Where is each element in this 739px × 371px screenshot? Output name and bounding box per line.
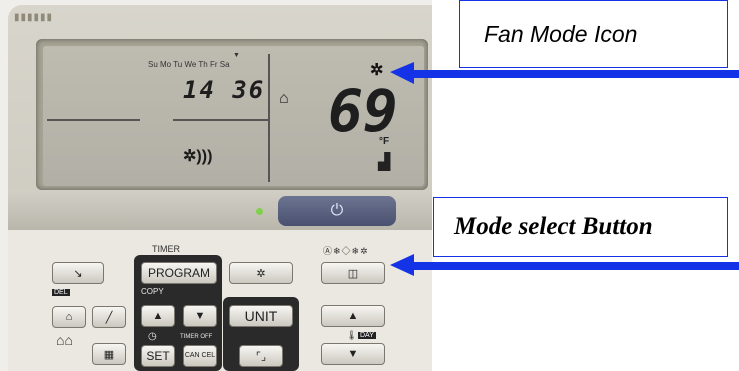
program-button[interactable]: PROGRAM — [141, 262, 217, 284]
mode-icon: ◫ — [347, 267, 359, 280]
timer-off-label: TIMER OFF — [180, 334, 213, 340]
lcd-divider-left — [47, 119, 140, 121]
service-button[interactable]: ╱ — [92, 306, 126, 328]
lcd-divider-mid — [173, 119, 268, 121]
select-button[interactable]: ⌜⌟ — [239, 345, 283, 367]
clock-icon: ◷ — [148, 331, 157, 342]
vent-dots: ▮▮▮▮▮▮ — [14, 12, 54, 23]
wrench-icon: ╱ — [105, 311, 113, 324]
day-label: DAY — [358, 332, 376, 339]
copy-label: COPY — [141, 287, 164, 296]
up-arrow-icon: ▲ — [152, 310, 164, 322]
unit-button[interactable]: UNIT — [229, 305, 293, 327]
down-arrow-icon: ▼ — [194, 310, 206, 322]
zone-icon: ⌂ — [65, 311, 73, 323]
mode-icons-row: Ⓐ❄◇❄✲ — [323, 246, 369, 256]
remote-photo: ▮▮▮▮▮▮ Su Mo Tu We Th Fr Sa ▼ 14 36 ✲)))… — [0, 0, 432, 371]
mode-select-callout: Mode select Button — [433, 197, 728, 257]
power-led-icon — [256, 208, 263, 215]
schedule-button[interactable]: ▦ — [92, 343, 126, 365]
house-group-icon: ⌂⌂ — [56, 332, 73, 348]
louver-icon: ↘ — [73, 267, 83, 280]
day-indicator-icon: ▼ — [233, 52, 240, 59]
cancel-button[interactable]: CAN CEL — [183, 345, 217, 367]
down-arrow-icon: ▼ — [347, 348, 359, 360]
temperature-display: 69 — [328, 77, 398, 145]
fan-mode-callout: Fan Mode Icon — [459, 0, 728, 68]
clock-display: 14 36 — [183, 76, 266, 104]
home-icon: ⌂ — [279, 90, 289, 107]
timer-label: TIMER — [152, 244, 180, 254]
select-icon: ⌜⌟ — [255, 350, 267, 363]
fan-mode-callout-text: Fan Mode Icon — [484, 20, 638, 47]
timer-down-button[interactable]: ▼ — [183, 305, 217, 327]
del-label: DEL — [52, 289, 70, 296]
fan-speed-button[interactable]: ✲ — [229, 262, 293, 284]
weekday-row: Su Mo Tu We Th Fr Sa — [148, 60, 230, 69]
louver-button[interactable]: ↘ — [52, 262, 104, 284]
temp-down-button[interactable]: ▼ — [321, 343, 385, 365]
set-button[interactable]: SET — [141, 345, 175, 367]
mode-select-arrow — [390, 254, 739, 276]
temperature-unit: °F — [379, 136, 390, 147]
lcd-screen: Su Mo Tu We Th Fr Sa ▼ 14 36 ✲))) ⌂ ✲ 69… — [43, 46, 424, 186]
grid-icon: ▦ — [103, 348, 115, 361]
mode-select-callout-text: Mode select Button — [454, 213, 653, 240]
mode-select-button[interactable]: ◫ — [321, 262, 385, 284]
temp-icon: 🌡 — [346, 330, 358, 340]
fan-speed-icon: ✲))) — [183, 148, 213, 165]
lcd-vertical-divider — [268, 54, 270, 182]
temp-up-button[interactable]: ▲ — [321, 305, 385, 327]
zone-button[interactable]: ⌂ — [52, 306, 86, 328]
power-icon: ⏻ — [330, 202, 344, 219]
up-arrow-icon: ▲ — [347, 310, 359, 322]
fan-icon: ✲ — [256, 267, 266, 280]
thermometer-icon: ▟ — [378, 154, 391, 171]
power-button[interactable]: ⏻ — [278, 196, 396, 226]
timer-up-button[interactable]: ▲ — [141, 305, 175, 327]
